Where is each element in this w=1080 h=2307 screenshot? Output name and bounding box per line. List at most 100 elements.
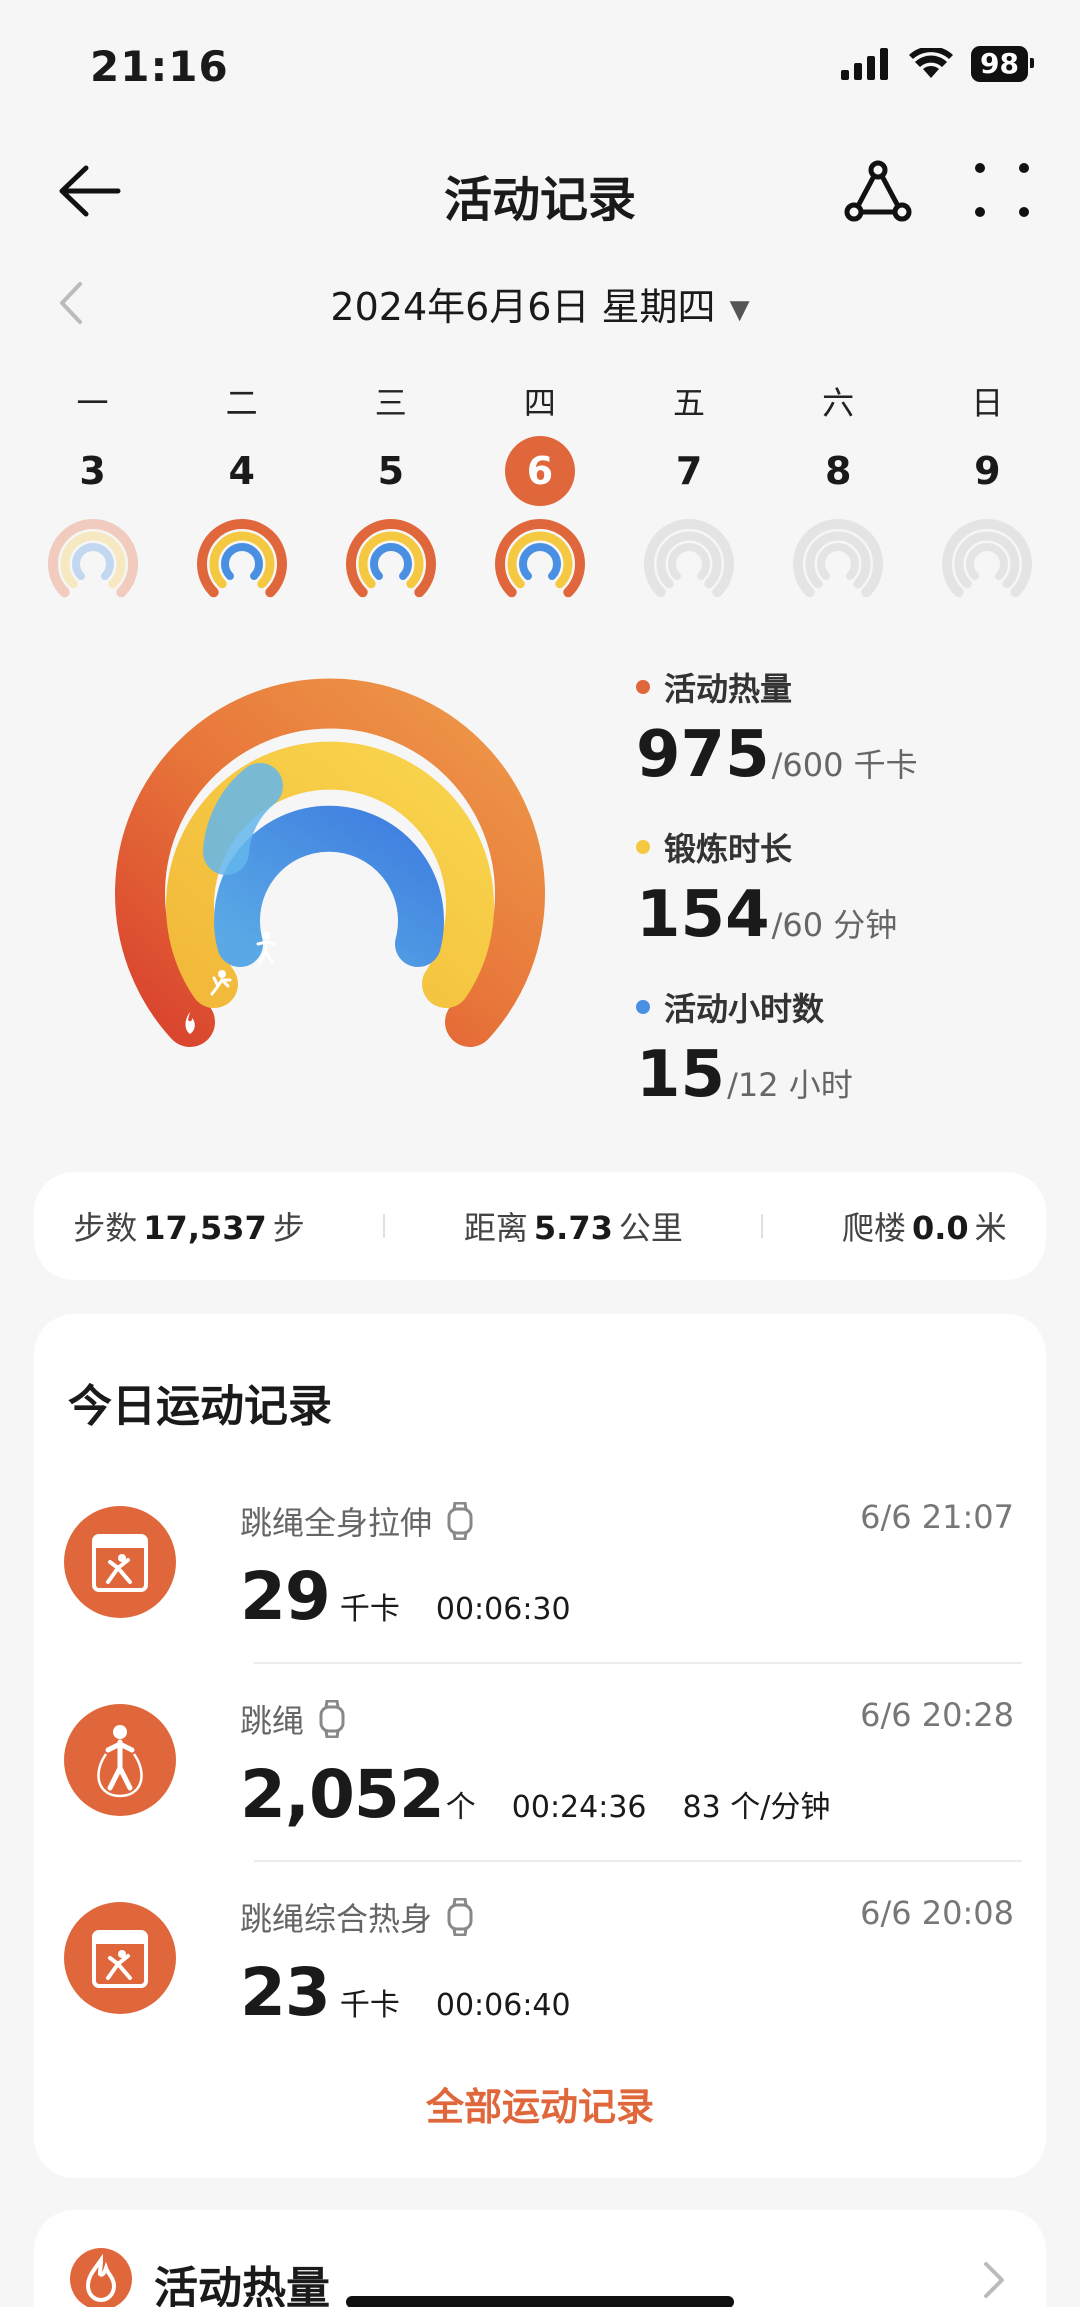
activity-rings	[115, 678, 545, 1047]
workout-name: 跳绳综合热身	[240, 1900, 433, 1938]
floors-stat: 爬楼 0.0 米	[842, 1203, 1007, 1249]
all-workouts-link[interactable]: 全部运动记录	[34, 2076, 1046, 2131]
legend-calories[interactable]: 活动热量 975/600 千卡	[636, 664, 1056, 792]
weekday-label: 日	[971, 384, 1004, 422]
divider	[761, 1214, 764, 1238]
stand-value: 15	[636, 1038, 726, 1112]
divider	[254, 1662, 1022, 1664]
mini-activity-rings	[345, 519, 436, 598]
watch-icon	[447, 1502, 473, 1540]
workout-value: 2,052	[240, 1756, 445, 1833]
day-5[interactable]: 三5	[316, 378, 465, 600]
divider	[383, 1214, 386, 1238]
day-number: 7	[675, 449, 703, 493]
weekday-label: 一	[76, 384, 109, 422]
distance-stat: 距离 5.73 公里	[464, 1203, 683, 1249]
mini-activity-rings	[494, 519, 585, 598]
calories-card-title: 活动热量	[154, 2263, 330, 2307]
more-options-icon[interactable]	[972, 160, 1032, 220]
today-workouts-card: 今日运动记录 跳绳全身拉伸 6/6 21:07 29 千卡 00:06:30 跳…	[34, 1314, 1046, 2178]
divider	[254, 1860, 1022, 1862]
weekday-label: 三	[374, 384, 407, 422]
day-number: 3	[79, 449, 106, 493]
workout-unit: 千卡	[339, 1988, 400, 2023]
day-7[interactable]: 五7	[615, 378, 764, 600]
status-icons: 98	[841, 46, 1034, 82]
steps-value: 17,537	[143, 1209, 267, 1247]
distance-unit: 公里	[618, 1209, 683, 1247]
stretch-workout-icon	[64, 1506, 176, 1618]
signal-icon	[841, 48, 889, 80]
warmup-workout-icon	[64, 1902, 176, 2014]
workout-duration: 00:24:36	[511, 1790, 647, 1825]
calories-goal: /600 千卡	[771, 746, 918, 784]
status-time: 21:16	[90, 42, 229, 91]
calories-detail-card[interactable]: 活动热量	[34, 2210, 1046, 2307]
workout-value: 29	[240, 1558, 331, 1635]
week-strip: 一3二4三5四6五7六8日9	[18, 378, 1062, 600]
workout-record[interactable]: 跳绳综合热身 6/6 20:08 23 千卡 00:06:40	[64, 1870, 1014, 2060]
exercise-goal: /60 分钟	[771, 906, 898, 944]
weekday-label: 四	[523, 384, 556, 422]
mini-activity-rings	[196, 519, 287, 598]
flame-icon	[70, 2248, 132, 2307]
day-number: 4	[228, 449, 255, 493]
wifi-icon	[909, 48, 954, 78]
floors-value: 0.0	[911, 1209, 969, 1247]
workout-unit: 千卡	[339, 1592, 400, 1627]
exercise-label: 锻炼时长	[664, 830, 793, 868]
page-title: 活动记录	[443, 172, 636, 228]
workout-timestamp: 6/6 21:07	[860, 1498, 1014, 1536]
mini-activity-rings	[644, 519, 735, 598]
mini-activity-rings	[942, 519, 1033, 598]
daily-summary-card: 步数 17,537 步 距离 5.73 公里 爬楼 0.0 米	[34, 1172, 1046, 1280]
workout-timestamp: 6/6 20:08	[860, 1894, 1014, 1932]
activity-legend: 活动热量 975/600 千卡 锻炼时长 154/60 分钟 活动小时数 15/…	[636, 664, 1056, 1144]
battery-indicator: 98	[971, 46, 1034, 82]
day-number: 8	[824, 449, 852, 493]
weekday-label: 二	[225, 384, 258, 422]
watch-icon	[319, 1700, 345, 1738]
floors-label: 爬楼	[841, 1209, 906, 1247]
distance-label: 距离	[463, 1209, 528, 1247]
date-text: 2024年6月6日 星期四	[330, 285, 716, 329]
steps-stat: 步数 17,537 步	[73, 1203, 305, 1249]
day-number: 5	[377, 449, 405, 493]
workout-name: 跳绳	[240, 1702, 305, 1740]
steps-unit: 步	[272, 1209, 305, 1247]
steps-label: 步数	[73, 1209, 138, 1247]
exercise-dot-icon	[636, 840, 650, 854]
exercise-value: 154	[636, 878, 770, 952]
stand-label: 活动小时数	[664, 990, 825, 1028]
legend-exercise[interactable]: 锻炼时长 154/60 分钟	[636, 824, 1056, 952]
workout-unit: 个	[445, 1790, 476, 1825]
date-selector[interactable]: 2024年6月6日 星期四 ▼	[0, 276, 1080, 331]
floors-unit: 米	[974, 1209, 1007, 1247]
day-4[interactable]: 二4	[167, 378, 316, 600]
workout-name: 跳绳全身拉伸	[240, 1504, 433, 1542]
calories-label: 活动热量	[664, 670, 793, 708]
calories-dot-icon	[636, 680, 650, 694]
home-indicator	[346, 2296, 734, 2307]
weekday-label: 六	[822, 384, 855, 422]
workout-duration: 00:06:30	[435, 1592, 571, 1627]
share-route-icon[interactable]	[842, 156, 912, 226]
day-3[interactable]: 一3	[18, 378, 167, 600]
jump-rope-icon	[64, 1704, 176, 1816]
day-9[interactable]: 日9	[913, 378, 1062, 600]
mini-activity-rings	[47, 519, 138, 598]
mini-activity-rings	[793, 519, 884, 598]
legend-stand[interactable]: 活动小时数 15/12 小时	[636, 984, 1056, 1112]
day-number: 6	[504, 436, 575, 506]
day-8[interactable]: 六8	[764, 378, 913, 600]
day-6[interactable]: 四6	[465, 378, 614, 600]
weekday-label: 五	[673, 384, 706, 422]
chevron-right-icon	[984, 2262, 1004, 2298]
workout-pace: 83 个/分钟	[682, 1790, 831, 1825]
distance-value: 5.73	[533, 1209, 613, 1247]
workout-value: 23	[240, 1954, 331, 2031]
workout-record[interactable]: 跳绳 6/6 20:28 2,052 个 00:24:36 83 个/分钟	[64, 1672, 1022, 1862]
dropdown-triangle-icon: ▼	[729, 294, 750, 325]
stand-dot-icon	[636, 1000, 650, 1014]
workout-record[interactable]: 跳绳全身拉伸 6/6 21:07 29 千卡 00:06:30	[64, 1474, 1022, 1664]
